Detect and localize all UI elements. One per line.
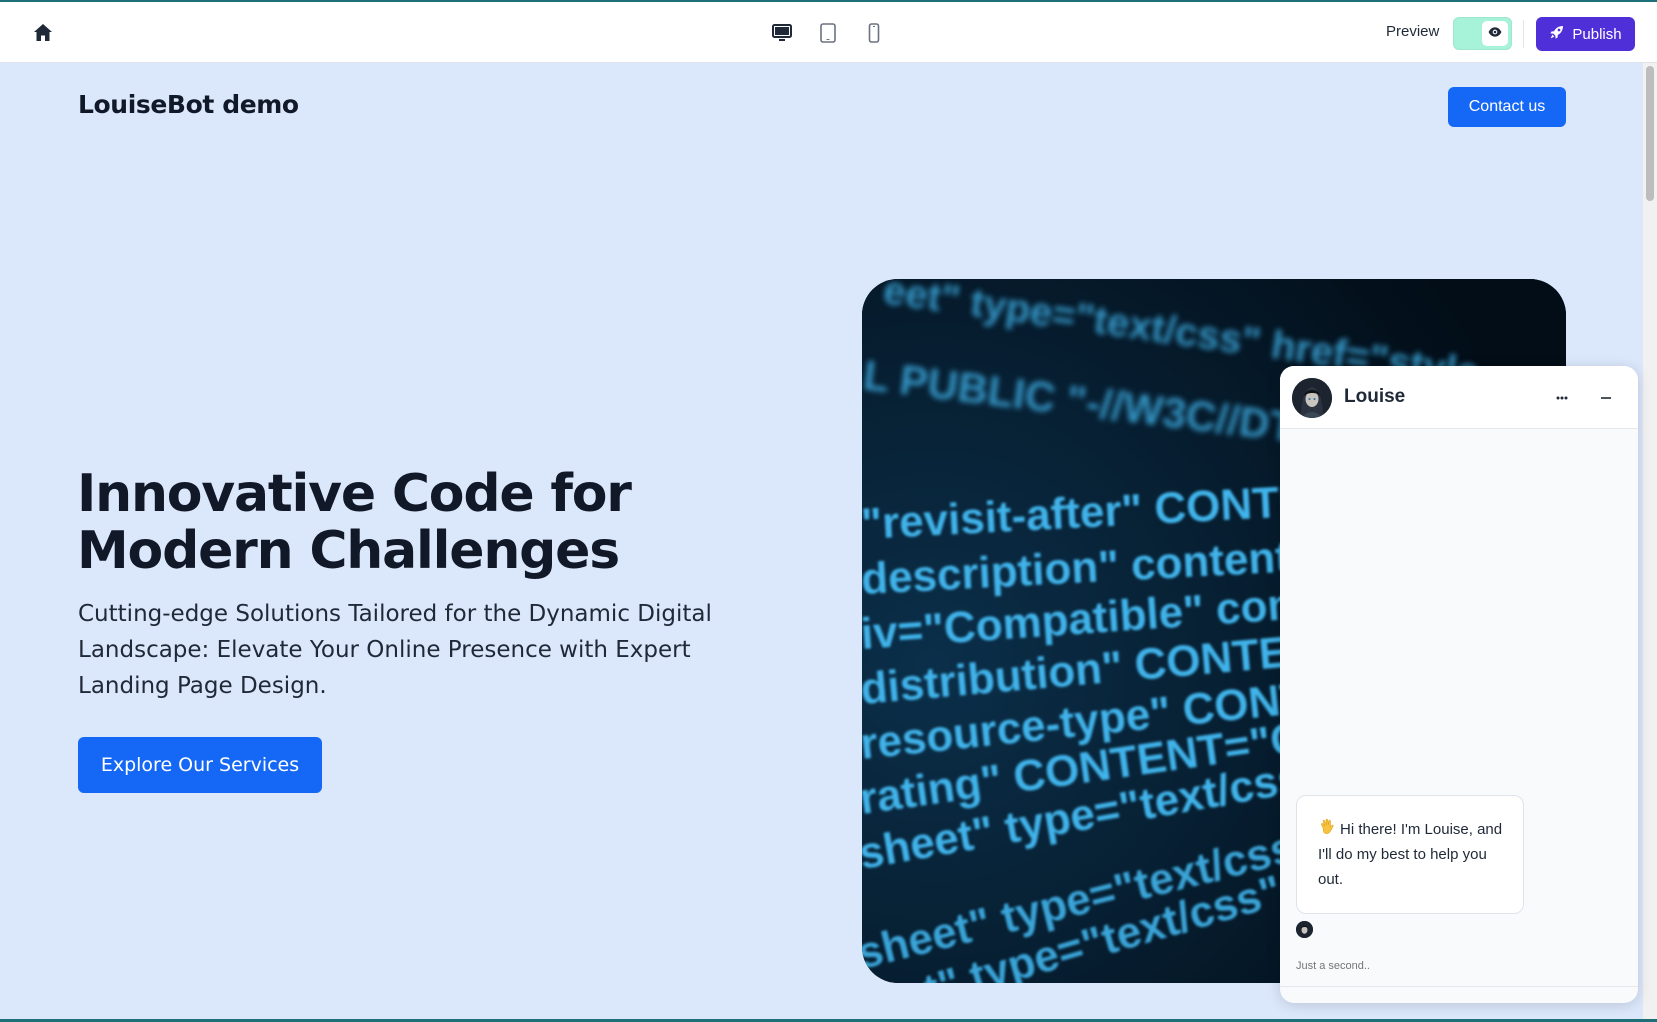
site-brand: LouiseBot demo <box>78 90 299 119</box>
editor-toolbar: Preview Publish <box>0 0 1657 63</box>
waving-hand-icon <box>1318 817 1338 837</box>
desktop-icon[interactable] <box>770 21 794 45</box>
publish-button[interactable]: Publish <box>1536 17 1635 51</box>
hero-title: Innovative Code for Modern Challenges <box>77 464 632 581</box>
more-options-icon[interactable] <box>1550 388 1574 408</box>
scrollbar-thumb[interactable] <box>1646 66 1654 201</box>
toggle-knob <box>1482 21 1508 46</box>
chat-widget: Louise Hi there! I'm Louise, and I'll do… <box>1280 366 1638 1003</box>
chat-input-divider <box>1280 986 1638 987</box>
mobile-icon[interactable] <box>862 21 886 45</box>
explore-services-button[interactable]: Explore Our Services <box>78 737 322 793</box>
preview-label: Preview <box>1386 23 1440 40</box>
bot-name: Louise <box>1344 386 1406 407</box>
preview-toggle[interactable] <box>1453 17 1512 50</box>
chat-message-input[interactable] <box>1296 960 1622 972</box>
home-icon[interactable] <box>31 21 55 45</box>
bot-message-bubble: Hi there! I'm Louise, and I'll do my bes… <box>1296 795 1524 914</box>
toolbar-divider <box>1523 20 1524 48</box>
bot-mini-avatar <box>1296 921 1313 938</box>
publish-label: Publish <box>1572 25 1622 43</box>
tablet-icon[interactable] <box>816 21 840 45</box>
chat-header: Louise <box>1280 366 1638 429</box>
page-scrollbar[interactable] <box>1643 63 1657 1022</box>
bot-greeting-text: Hi there! I'm Louise, and I'll do my bes… <box>1318 821 1503 888</box>
minimize-icon[interactable] <box>1594 388 1618 408</box>
rocket-icon <box>1549 24 1565 44</box>
hero-subtitle: Cutting-edge Solutions Tailored for the … <box>78 601 712 699</box>
bot-avatar <box>1292 378 1332 418</box>
contact-us-button[interactable]: Contact us <box>1448 87 1566 127</box>
eye-icon <box>1488 24 1502 43</box>
